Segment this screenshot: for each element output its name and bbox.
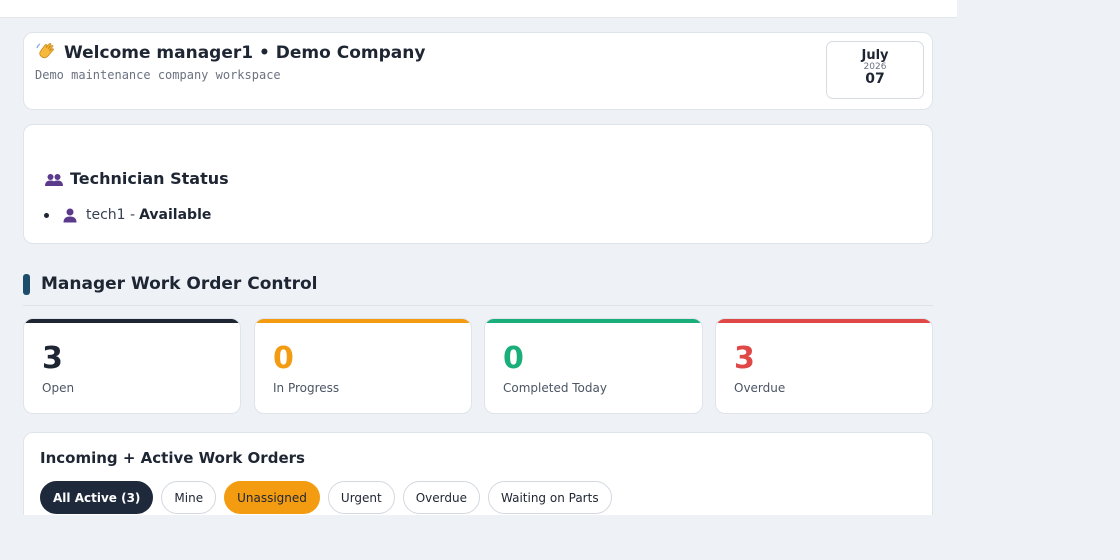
technician-availability: Available [139,207,212,223]
technician-status-heading: Technician Status [44,169,229,188]
filter-chip-all-active[interactable]: All Active (3) [40,481,154,514]
section-title: Manager Work Order Control [41,274,318,294]
stat-accent-bar [255,319,471,323]
stat-value: 0 [273,341,294,376]
stat-card-overdue[interactable]: 3 Overdue [715,318,933,414]
welcome-title: Welcome manager1 • Demo Company [64,43,426,63]
stat-label: Completed Today [503,381,607,395]
stat-value: 3 [734,341,755,376]
work-orders-title: Incoming + Active Work Orders [40,449,305,467]
technician-list: tech1 - Available [44,207,211,223]
stat-value: 0 [503,341,524,376]
list-item: tech1 - Available [44,207,211,223]
stat-label: In Progress [273,381,340,395]
work-orders-card: Incoming + Active Work Orders All Active… [23,432,933,522]
waving-hand-icon [36,42,58,64]
filter-chip-waiting-on-parts[interactable]: Waiting on Parts [488,481,612,514]
people-icon [44,172,64,186]
page-background [0,515,1120,560]
workspace-subtitle: Demo maintenance company workspace [35,68,281,82]
stat-label: Open [42,381,75,395]
filter-chip-unassigned[interactable]: Unassigned [224,481,320,514]
stat-card-completed-today[interactable]: 0 Completed Today [484,318,703,414]
date-day: 07 [865,71,885,87]
filter-chip-urgent[interactable]: Urgent [327,481,395,514]
welcome-card: Welcome manager1 • Demo Company Demo mai… [23,32,933,110]
filter-chip-overdue[interactable]: Overdue [402,481,480,514]
person-icon [62,207,78,223]
stat-accent-bar [485,319,702,323]
stat-card-open[interactable]: 3 Open [23,318,241,414]
section-header: Manager Work Order Control [23,272,933,306]
technician-status-card: Technician Status tech1 - Available [23,124,933,244]
date-month: July [861,48,889,63]
stat-accent-bar [24,319,240,323]
stat-card-in-progress[interactable]: 0 In Progress [254,318,472,414]
date-badge: July 2026 07 [826,41,924,99]
stat-label: Overdue [734,381,786,395]
bullet [44,212,49,218]
technician-status-title: Technician Status [70,169,229,188]
top-bar [0,0,957,18]
stat-accent-bar [716,319,932,323]
welcome-heading: Welcome manager1 • Demo Company [36,42,425,64]
section-accent-bar [23,274,30,295]
filter-chips: All Active (3) Mine Unassigned Urgent Ov… [40,481,620,514]
technician-name: tech1 - [86,207,136,223]
stat-value: 3 [42,341,63,376]
filter-chip-mine[interactable]: Mine [161,481,217,514]
